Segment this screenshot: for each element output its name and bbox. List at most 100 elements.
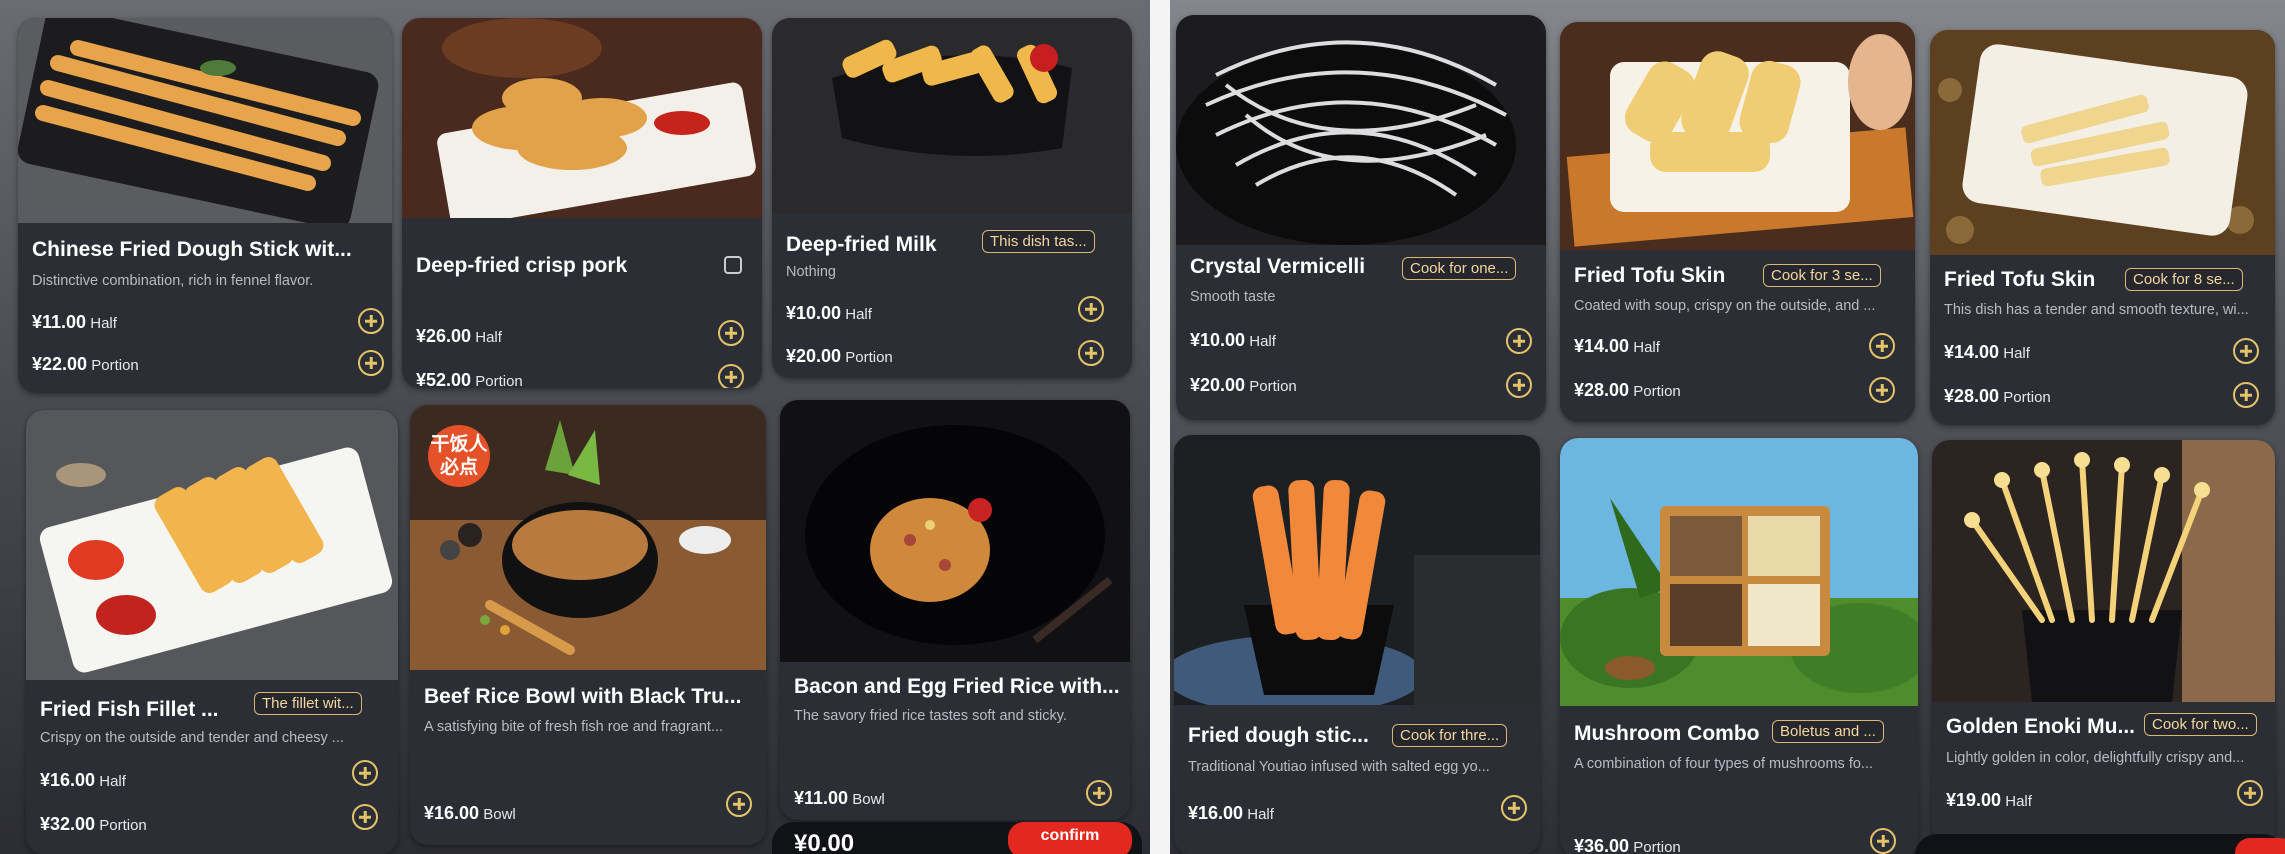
dish-name: Fried Tofu Skin: [1574, 264, 1726, 287]
dish-tag: Cook for 3 se...: [1763, 264, 1881, 287]
add-portion-button[interactable]: [1078, 340, 1104, 366]
price-portion: ¥20.00 Portion: [1190, 375, 1297, 395]
dish-photo-mushroom-combo: [1560, 438, 1918, 706]
cart-bar: ¥0.00 confirm: [772, 822, 1142, 854]
dish-name: Golden Enoki Mu...: [1946, 715, 2135, 738]
dish-description: Distinctive combination, rich in fennel …: [32, 273, 314, 289]
dish-card[interactable]: Deep-fried Milk This dish tas... Nothing…: [772, 18, 1132, 378]
price-bowl: ¥16.00 Bowl: [424, 803, 516, 823]
price-portion: ¥36.00 Portion: [1574, 836, 1681, 854]
add-portion-button[interactable]: [1506, 372, 1532, 398]
dish-photo-crystal-vermicelli: [1176, 15, 1546, 245]
dish-photo-fried-milk: [772, 18, 1132, 213]
screenshot-divider: [1150, 0, 1170, 854]
dish-description: Traditional Youtiao infused with salted …: [1188, 759, 1490, 775]
confirm-button[interactable]: [2235, 838, 2285, 854]
dish-description: This dish has a tender and smooth textur…: [1944, 302, 2249, 318]
dish-card[interactable]: Fried dough stic... Cook for thre... Tra…: [1174, 435, 1540, 854]
dish-photo-dough-sticks: [18, 18, 392, 223]
dish-tag: Boletus and ...: [1772, 720, 1884, 743]
dish-description: Crispy on the outside and tender and che…: [40, 730, 344, 746]
dish-photo-fried-dough-sticks: [1174, 435, 1540, 705]
dish-description: Nothing: [786, 264, 836, 280]
dish-photo-fried-tofu-skin: [1930, 30, 2275, 255]
add-half-button[interactable]: [1869, 333, 1895, 359]
price-portion: ¥28.00 Portion: [1574, 380, 1681, 400]
dish-description: A combination of four types of mushrooms…: [1574, 756, 1874, 772]
price-half: ¥19.00 Half: [1946, 790, 2032, 810]
confirm-button[interactable]: confirm: [1008, 822, 1132, 854]
dish-name: Beef Rice Bowl with Black Tru...: [424, 685, 742, 708]
price-half: ¥11.00 Half: [32, 312, 117, 332]
add-half-button[interactable]: [2237, 780, 2263, 806]
price-half: ¥14.00 Half: [1574, 336, 1660, 356]
dish-name: Chinese Fried Dough Stick wit...: [32, 238, 352, 261]
add-portion-button[interactable]: [1869, 377, 1895, 403]
dish-description: Lightly golden in color, delightfully cr…: [1946, 750, 2245, 766]
dish-photo-fish-fillet: [26, 410, 398, 680]
dish-card[interactable]: Fried Tofu Skin Cook for 3 se... Coated …: [1560, 22, 1915, 422]
dish-card[interactable]: Bacon and Egg Fried Rice with... The sav…: [780, 400, 1130, 820]
dish-card[interactable]: Deep-fried crisp pork ¥26.00 Half ¥52.00…: [402, 18, 762, 388]
add-half-button[interactable]: [352, 760, 378, 786]
add-portion-button[interactable]: [718, 364, 744, 388]
cart-bar: [1915, 834, 2285, 854]
dish-name: Fried Fish Fillet ...: [40, 698, 219, 721]
add-half-button[interactable]: [2233, 338, 2259, 364]
promo-seal: 干饭人 必点: [428, 425, 490, 487]
right-menu-panel: Crystal Vermicelli Cook for one... Smoot…: [1170, 0, 2285, 854]
dish-tag: Cook for thre...: [1392, 724, 1508, 747]
dish-description: The savory fried rice tastes soft and st…: [794, 708, 1067, 724]
add-bowl-button[interactable]: [1086, 780, 1112, 806]
dish-name: Mushroom Combo: [1574, 722, 1760, 745]
dish-name: Fried dough stic...: [1188, 724, 1369, 747]
dish-tag: The fillet wit...: [254, 692, 362, 715]
dish-tag: This dish tas...: [982, 230, 1095, 253]
dish-photo-crisp-pork: [402, 18, 762, 218]
price-half: ¥10.00 Half: [786, 303, 872, 323]
add-portion-button[interactable]: [358, 350, 384, 376]
dish-name: Fried Tofu Skin: [1944, 268, 2096, 291]
cart-total: ¥0.00: [794, 830, 855, 854]
dish-photo-bacon-egg-fried-rice: [780, 400, 1130, 662]
add-half-button[interactable]: [1078, 296, 1104, 322]
price-portion: ¥52.00 Portion: [416, 370, 523, 388]
price-half: ¥10.00 Half: [1190, 330, 1276, 350]
dish-card[interactable]: Fried Fish Fillet ... The fillet wit... …: [26, 410, 398, 854]
dish-tag: Cook for 8 se...: [2125, 268, 2243, 291]
add-portion-button[interactable]: [1870, 828, 1896, 854]
dish-card[interactable]: Fried Tofu Skin Cook for 8 se... This di…: [1930, 30, 2275, 425]
add-bowl-button[interactable]: [726, 791, 752, 817]
price-portion: ¥28.00 Portion: [1944, 386, 2051, 406]
add-half-button[interactable]: [358, 308, 384, 334]
price-portion: ¥22.00 Portion: [32, 354, 139, 374]
dish-description: A satisfying bite of fresh fish roe and …: [424, 719, 724, 735]
add-half-button[interactable]: [1506, 328, 1532, 354]
price-portion: ¥32.00 Portion: [40, 814, 147, 834]
dish-photo-fried-tofu-skin: [1560, 22, 1915, 250]
dish-tag: Cook for one...: [1402, 257, 1517, 280]
dish-photo-golden-enoki: [1932, 440, 2275, 702]
price-half: ¥16.00 Half: [1188, 803, 1274, 823]
dish-card[interactable]: Chinese Fried Dough Stick wit... Distinc…: [18, 18, 392, 393]
price-portion: ¥20.00 Portion: [786, 346, 893, 366]
dish-description: Smooth taste: [1190, 289, 1276, 305]
add-portion-button[interactable]: [2233, 382, 2259, 408]
add-half-button[interactable]: [1501, 795, 1527, 821]
dish-name: Bacon and Egg Fried Rice with...: [794, 675, 1120, 698]
dish-card[interactable]: Mushroom Combo Boletus and ... A combina…: [1560, 438, 1918, 854]
dish-description: Coated with soup, crispy on the outside,…: [1574, 298, 1876, 314]
add-half-button[interactable]: [718, 320, 744, 346]
dish-name: Deep-fried crisp pork: [416, 254, 628, 277]
dish-card[interactable]: Golden Enoki Mu... Cook for two... Light…: [1932, 440, 2275, 845]
price-half: ¥14.00 Half: [1944, 342, 2030, 362]
price-half: ¥26.00 Half: [416, 326, 502, 346]
dish-name: Deep-fried Milk: [786, 233, 937, 256]
dish-name: Crystal Vermicelli: [1190, 255, 1366, 278]
price-bowl: ¥11.00 Bowl: [794, 788, 885, 808]
add-portion-button[interactable]: [352, 804, 378, 830]
select-checkbox[interactable]: [724, 256, 742, 274]
dish-tag: Cook for two...: [2144, 713, 2257, 736]
dish-card[interactable]: Crystal Vermicelli Cook for one... Smoot…: [1176, 15, 1546, 420]
dish-card[interactable]: 干饭人 必点 Beef Rice Bowl with Black Tru... A…: [410, 405, 766, 845]
